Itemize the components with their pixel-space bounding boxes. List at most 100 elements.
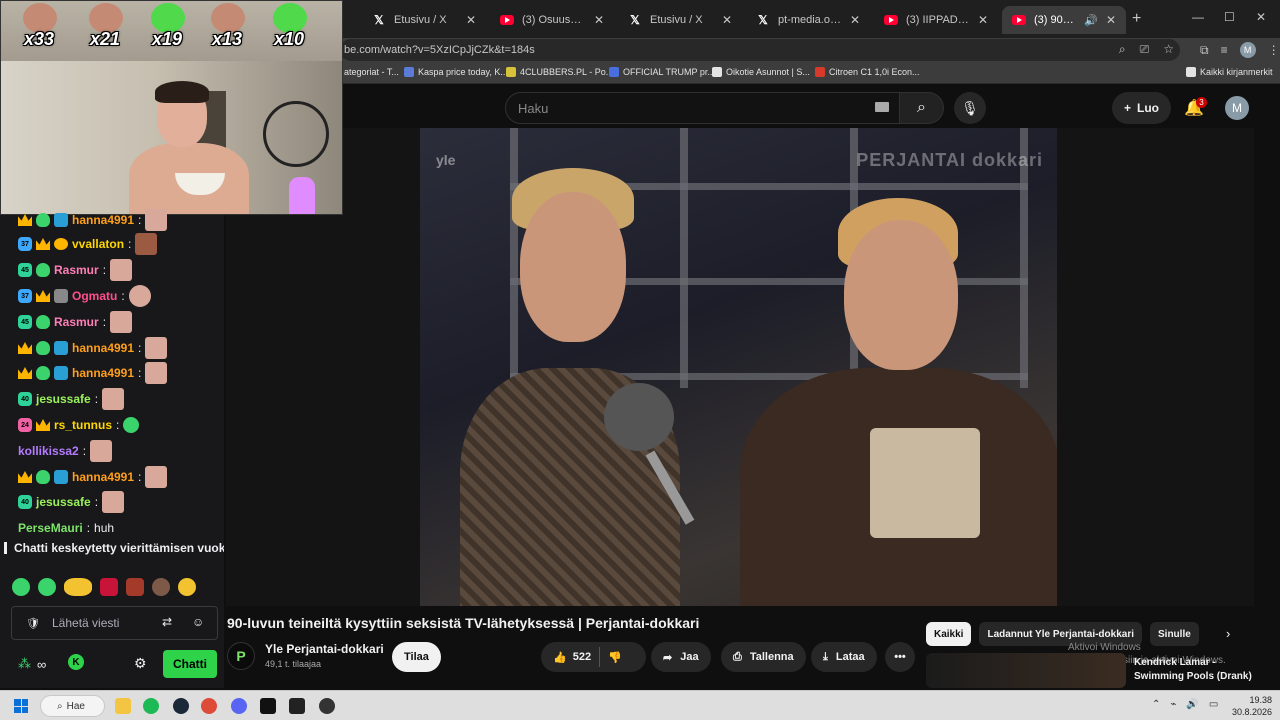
search-input[interactable]: Haku xyxy=(505,92,900,124)
voice-search-button[interactable]: 🎙 xyxy=(954,92,986,124)
browser-tab[interactable]: 𝕏 pt-media.org X:ssä: "V ✕ xyxy=(746,6,870,34)
video-player[interactable]: yle PERJANTAI dokkari xyxy=(226,128,1254,606)
chat-input[interactable]: 🛡 Lähetä viesti ⇄ ☺ xyxy=(11,606,218,640)
share-button[interactable]: ➦ Jaa xyxy=(651,642,711,672)
channel-avatar[interactable]: P xyxy=(227,642,255,670)
url-field[interactable]: be.com/watch?v=5XzICpJjCZk&t=184s ⌕ ⎚ ☆ xyxy=(340,39,1180,61)
notepad-icon[interactable] xyxy=(289,698,305,714)
obs-icon[interactable] xyxy=(319,698,335,714)
cast-icon[interactable]: ⎚ xyxy=(1140,42,1150,57)
zoom-icon[interactable]: ⌕ xyxy=(1119,42,1126,57)
profile-avatar[interactable]: M xyxy=(1239,42,1256,58)
bookmark-item[interactable]: Citroen C1 1,0i Econ... xyxy=(815,67,920,77)
browser-tab[interactable]: 𝕏 Etusivu / X ✕ xyxy=(362,6,486,34)
file-explorer-icon[interactable] xyxy=(115,698,131,714)
chat-username[interactable]: rs_tunnus xyxy=(54,418,112,432)
close-icon[interactable]: ✕ xyxy=(850,13,860,27)
chat-username[interactable]: Ogmatu xyxy=(72,289,117,303)
send-chat-button[interactable]: Chatti xyxy=(163,650,217,678)
face-emote-icon xyxy=(110,311,133,333)
recommended-title[interactable]: Kendrick Lamar - Swimming Pools (Drank) xyxy=(1134,656,1252,684)
chat-username[interactable]: vvallaton xyxy=(72,237,124,251)
face-emote-icon xyxy=(128,285,151,307)
steam-icon[interactable] xyxy=(173,698,189,714)
face-emote-icon[interactable] xyxy=(152,578,170,596)
bookmark-item[interactable]: Kaspa price today, K... xyxy=(404,67,508,77)
taskbar-clock[interactable]: 19.38 30.8.2026 xyxy=(1232,694,1272,718)
create-button[interactable]: + Luo xyxy=(1112,92,1172,124)
close-icon[interactable]: ✕ xyxy=(466,13,476,27)
all-bookmarks[interactable]: Kaikki kirjanmerkit xyxy=(1186,67,1273,77)
bookmark-label: Kaspa price today, K... xyxy=(418,67,508,77)
menu-icon[interactable]: ⋮ xyxy=(1268,43,1280,57)
bookmark-item[interactable]: ategoriat - T... xyxy=(344,67,399,77)
save-button[interactable]: ⎙ Tallenna xyxy=(721,642,806,672)
dislike-button[interactable]: 👎 xyxy=(608,651,622,664)
chat-username[interactable]: jesussafe xyxy=(36,495,91,509)
like-button[interactable]: 👍 522 xyxy=(553,651,591,664)
close-icon[interactable]: ✕ xyxy=(722,13,732,27)
chevron-up-icon[interactable]: ⌃ xyxy=(1152,699,1160,710)
window-close-button[interactable]: ✕ xyxy=(1256,10,1266,24)
discord-icon[interactable] xyxy=(231,698,247,714)
bookmark-item[interactable]: 4CLUBBERS.PL - Po... xyxy=(506,67,613,77)
network-icon[interactable]: ⌁ xyxy=(1170,699,1176,710)
chat-username[interactable]: kollikissa2 xyxy=(18,444,79,458)
more-actions-button[interactable]: ••• xyxy=(885,642,915,672)
download-button[interactable]: ⤓ Lataa xyxy=(811,642,877,672)
frog-emote-icon[interactable] xyxy=(12,578,30,596)
chip-all[interactable]: Kaikki xyxy=(926,622,972,646)
chat-username[interactable]: jesussafe xyxy=(36,392,91,406)
minimize-button[interactable]: — xyxy=(1192,10,1204,24)
chat-username[interactable]: hanna4991 xyxy=(72,470,134,484)
media-icon[interactable]: ≡ xyxy=(1221,43,1228,57)
subscribe-button[interactable]: Tilaa xyxy=(392,642,441,672)
close-icon[interactable]: ✕ xyxy=(978,13,988,27)
extensions-icon[interactable]: ⧉ xyxy=(1200,43,1209,58)
chat-username[interactable]: hanna4991 xyxy=(72,366,134,380)
gear-icon[interactable]: ⚙ xyxy=(134,655,147,672)
kick-icon[interactable]: K xyxy=(68,654,84,670)
battery-icon[interactable]: ▭ xyxy=(1209,699,1218,710)
close-icon[interactable]: ✕ xyxy=(594,13,604,27)
channel-name[interactable]: Yle Perjantai-dokkari xyxy=(265,642,384,656)
maximize-button[interactable]: ☐ xyxy=(1224,10,1235,24)
spotify-icon[interactable] xyxy=(143,698,159,714)
guitar-emote-icon[interactable] xyxy=(126,578,144,596)
chat-username[interactable]: hanna4991 xyxy=(72,341,134,355)
recommended-thumbnail[interactable] xyxy=(926,653,1126,688)
translate-icon[interactable]: ⇄ xyxy=(162,615,172,629)
red-emote-icon[interactable] xyxy=(100,578,118,596)
volume-icon[interactable]: 🔊 xyxy=(1186,699,1198,710)
browser-tab-active[interactable]: (3) 90-luvun teinei 🔊 ✕ xyxy=(1002,6,1126,34)
chrome-icon[interactable] xyxy=(201,698,217,714)
browser-tab[interactable]: (3) Osuuspankin pääjo ✕ xyxy=(490,6,614,34)
yellow-emote-icon[interactable] xyxy=(178,578,196,596)
speaker-icon[interactable]: 🔊 xyxy=(1084,14,1098,27)
sunglasses-emote-icon[interactable] xyxy=(64,578,92,596)
taskbar-search[interactable]: ⌕ Hae xyxy=(40,695,105,717)
bookmark-favicon-icon xyxy=(404,67,414,77)
frog-emote-icon[interactable] xyxy=(38,578,56,596)
search-button[interactable]: ⌕ xyxy=(900,92,944,124)
new-tab-button[interactable]: + xyxy=(1132,10,1141,28)
channel-points[interactable]: ⁂ ∞ xyxy=(18,656,46,672)
account-avatar[interactable]: M xyxy=(1225,96,1249,120)
chat-username[interactable]: Rasmur xyxy=(54,263,99,277)
chat-username[interactable]: Rasmur xyxy=(54,315,99,329)
chat-username[interactable]: PerseMauri xyxy=(18,521,83,535)
chevron-right-icon[interactable]: › xyxy=(1226,626,1230,641)
chat-paused-notice[interactable]: Chatti keskeytetty vierittämisen vuoksi xyxy=(0,537,224,559)
bookmark-item[interactable]: Oikotie Asunnot | S... xyxy=(712,67,810,77)
browser-tab[interactable]: 𝕏 Etusivu / X ✕ xyxy=(618,6,742,34)
x-app-icon[interactable] xyxy=(260,698,276,714)
windows-start-icon[interactable] xyxy=(14,699,28,713)
close-icon[interactable]: ✕ xyxy=(1106,13,1116,27)
bookmark-favicon-icon xyxy=(712,67,722,77)
browser-tab[interactable]: (3) IIPPADAA häiköi ja ✕ xyxy=(874,6,998,34)
chat-username[interactable]: hanna4991 xyxy=(72,213,134,227)
keyboard-icon[interactable] xyxy=(875,102,889,112)
emoji-icon[interactable]: ☺ xyxy=(192,615,204,629)
star-icon[interactable]: ☆ xyxy=(1163,42,1174,57)
bookmark-item[interactable]: OFFICIAL TRUMP pr... xyxy=(609,67,715,77)
